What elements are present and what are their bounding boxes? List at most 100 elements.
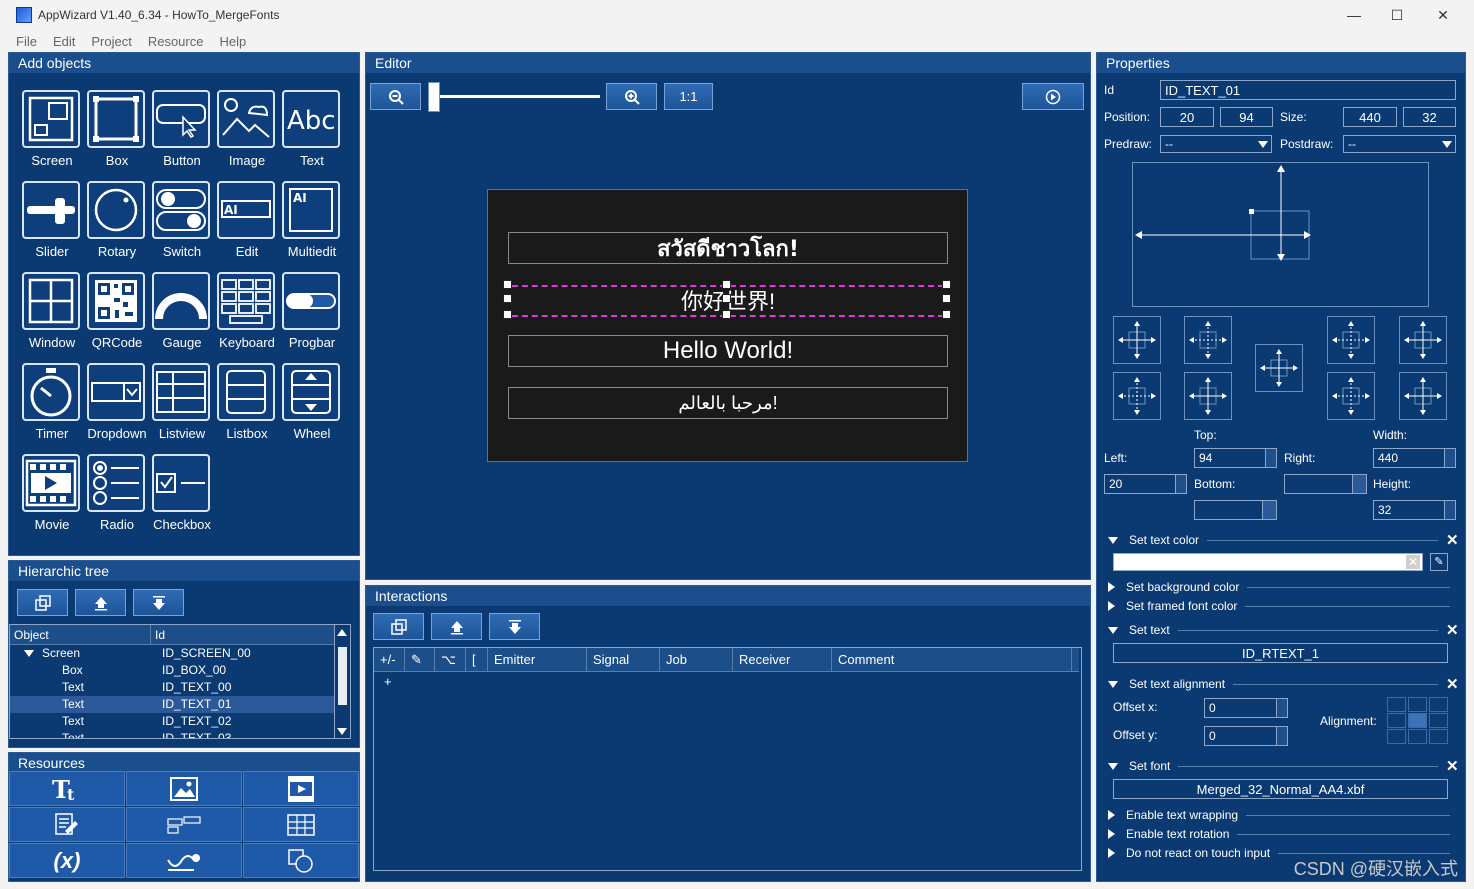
remove-icon[interactable]: ✕ xyxy=(1446,675,1459,693)
anchor-mode-button[interactable] xyxy=(1327,372,1375,420)
tree-row[interactable]: Text ID_TEXT_02 xyxy=(10,713,350,730)
zoom-1-1-button[interactable]: 1:1 xyxy=(664,83,713,110)
alignment-cell[interactable] xyxy=(1408,697,1427,712)
add-qrcode-button[interactable]: QRCode xyxy=(87,272,147,360)
resize-handle[interactable] xyxy=(722,294,731,303)
resize-handle[interactable] xyxy=(942,310,951,319)
resource-shapes-button[interactable] xyxy=(243,843,359,878)
height-spinner[interactable]: 32 xyxy=(1373,500,1456,520)
canvas-text-arabic[interactable]: !مرحبا بالعالم xyxy=(508,387,948,419)
menu-project[interactable]: Project xyxy=(83,34,139,49)
position-y-field[interactable]: 94 xyxy=(1220,107,1273,127)
add-checkbox-button[interactable]: Checkbox xyxy=(152,454,212,542)
position-x-field[interactable]: 20 xyxy=(1160,107,1214,127)
interaction-col-3[interactable]: [ xyxy=(466,648,488,672)
tree-row[interactable]: Text ID_TEXT_00 xyxy=(10,679,350,696)
remove-icon[interactable]: ✕ xyxy=(1446,621,1459,639)
anchor-mode-button[interactable] xyxy=(1113,316,1161,364)
tree-scrollbar[interactable] xyxy=(334,625,350,738)
tree-copy-button[interactable] xyxy=(17,589,68,616)
anchor-mode-button[interactable] xyxy=(1255,344,1303,392)
anchor-mode-button[interactable] xyxy=(1113,372,1161,420)
tree-row[interactable]: Text ID_TEXT_01 xyxy=(10,696,350,713)
anchor-mode-button[interactable] xyxy=(1184,316,1232,364)
spinner-arrows[interactable] xyxy=(1175,475,1186,493)
add-multiedit-button[interactable]: AI Multiedit xyxy=(282,181,342,269)
hierarchic-tree[interactable]: Object Id Screen ID_SCREEN_00 Box ID_BOX_00… xyxy=(9,624,351,739)
add-rotary-button[interactable]: Rotary xyxy=(87,181,147,269)
alignment-cell[interactable] xyxy=(1429,697,1448,712)
resource-variables-button[interactable] xyxy=(126,807,242,842)
menu-edit[interactable]: Edit xyxy=(45,34,83,49)
menu-file[interactable]: File xyxy=(8,34,45,49)
remove-icon[interactable]: ✕ xyxy=(1446,757,1459,775)
interaction-col-1[interactable]: ✎ xyxy=(405,648,435,672)
interaction-col-6[interactable]: Job xyxy=(660,648,733,672)
add-progbar-button[interactable]: Progbar xyxy=(282,272,342,360)
section-enable-text-rotation[interactable]: Enable text rotation xyxy=(1108,827,1458,841)
section-enable-text-wrapping[interactable]: Enable text wrapping xyxy=(1108,808,1458,822)
interaction-col-2[interactable]: ⌥ xyxy=(435,648,466,672)
resize-handle[interactable] xyxy=(503,310,512,319)
top-spinner[interactable]: 94 xyxy=(1194,448,1277,468)
scroll-up-icon[interactable] xyxy=(337,629,347,636)
resize-handle[interactable] xyxy=(942,280,951,289)
id-field[interactable]: ID_TEXT_01 xyxy=(1160,80,1456,100)
anchor-mode-button[interactable] xyxy=(1327,316,1375,364)
resource-images-button[interactable] xyxy=(126,771,242,806)
spinner-arrows[interactable] xyxy=(1444,501,1455,519)
add-text-button[interactable]: Abc Text xyxy=(282,90,342,178)
add-gauge-button[interactable]: Gauge xyxy=(152,272,212,360)
text-id-field[interactable]: ID_RTEXT_1 xyxy=(1113,643,1448,663)
postdraw-dropdown[interactable]: -- xyxy=(1343,135,1456,153)
add-listview-button[interactable]: Listview xyxy=(152,363,212,451)
resize-handle[interactable] xyxy=(503,280,512,289)
minimize-button[interactable]: — xyxy=(1331,0,1377,30)
size-height-field[interactable]: 32 xyxy=(1403,107,1456,127)
add-interaction-button[interactable]: + xyxy=(384,674,392,689)
zoom-out-button[interactable] xyxy=(370,83,421,110)
interaction-move-up-button[interactable] xyxy=(431,613,482,640)
add-keyboard-button[interactable]: Keyboard xyxy=(217,272,277,360)
section-set-framed-font-color[interactable]: Set framed font color xyxy=(1108,599,1458,613)
anchor-mode-button[interactable] xyxy=(1399,372,1447,420)
interaction-col-8[interactable]: Comment xyxy=(832,648,1072,672)
add-movie-button[interactable]: Movie xyxy=(22,454,82,542)
zoom-in-button[interactable] xyxy=(606,83,657,110)
section-set-text-alignment[interactable]: Set text alignment ✕ xyxy=(1108,675,1459,693)
remove-icon[interactable]: ✕ xyxy=(1446,531,1459,549)
add-dropdown-button[interactable]: Dropdown xyxy=(87,363,147,451)
add-screen-button[interactable]: Screen xyxy=(22,90,82,178)
resize-handle[interactable] xyxy=(722,310,731,319)
clear-color-icon[interactable]: ✕ xyxy=(1406,555,1420,569)
add-radio-button[interactable]: Radio xyxy=(87,454,147,542)
spinner-arrows[interactable] xyxy=(1276,699,1287,717)
canvas-text-english[interactable]: Hello World! xyxy=(508,335,948,367)
spinner-arrows[interactable] xyxy=(1265,449,1276,467)
resource-function-button[interactable]: (x) xyxy=(9,843,125,878)
section-set-text[interactable]: Set text ✕ xyxy=(1108,621,1459,639)
menu-help[interactable]: Help xyxy=(211,34,254,49)
add-wheel-button[interactable]: Wheel xyxy=(282,363,342,451)
add-listbox-button[interactable]: Listbox xyxy=(217,363,277,451)
close-button[interactable]: ✕ xyxy=(1420,0,1466,30)
tree-scroll-thumb[interactable] xyxy=(338,647,347,705)
interaction-move-down-button[interactable] xyxy=(489,613,540,640)
interaction-copy-button[interactable] xyxy=(373,613,424,640)
width-spinner[interactable]: 440 xyxy=(1373,448,1456,468)
menu-resource[interactable]: Resource xyxy=(140,34,212,49)
predraw-dropdown[interactable]: -- xyxy=(1160,135,1272,153)
offset-y-spinner[interactable]: 0 xyxy=(1204,726,1288,746)
interaction-col-4[interactable]: Emitter xyxy=(488,648,587,672)
resource-signal-button[interactable] xyxy=(126,843,242,878)
zoom-slider-handle[interactable] xyxy=(428,82,440,112)
text-color-swatch[interactable]: ✕ xyxy=(1113,553,1423,571)
offset-x-spinner[interactable]: 0 xyxy=(1204,698,1288,718)
anchor-mode-button[interactable] xyxy=(1184,372,1232,420)
add-button-button[interactable]: Button xyxy=(152,90,212,178)
add-window-button[interactable]: Window xyxy=(22,272,82,360)
resize-handle[interactable] xyxy=(503,294,512,303)
color-picker-icon[interactable]: ✎ xyxy=(1430,553,1448,571)
interaction-col-0[interactable]: +/- xyxy=(374,648,405,672)
tree-move-down-button[interactable] xyxy=(133,589,184,616)
